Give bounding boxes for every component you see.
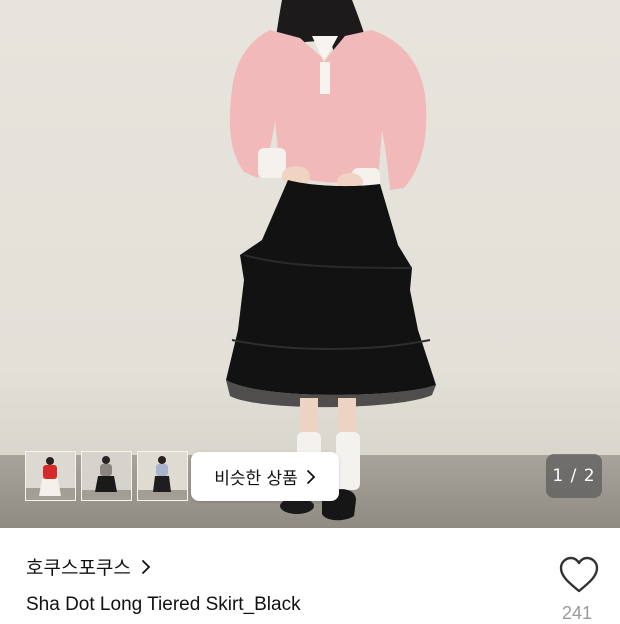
product-name: Sha Dot Long Tiered Skirt_Black: [26, 594, 301, 615]
thumbnail-2[interactable]: [81, 451, 132, 501]
like-count: 241: [562, 603, 593, 623]
chevron-right-icon: [306, 469, 316, 484]
image-counter: 1 / 2: [546, 454, 602, 498]
thumbnail-strip: [25, 451, 188, 501]
similar-products-label: 비슷한 상품: [214, 469, 298, 489]
product-image-carousel[interactable]: 비슷한 상품 1 / 2: [0, 0, 620, 528]
thumbnail-3[interactable]: [137, 451, 188, 501]
heart-icon[interactable]: [558, 556, 600, 594]
thumbnail-1[interactable]: [25, 451, 76, 501]
brand-link[interactable]: 호쿠스포쿠스: [26, 553, 151, 580]
chevron-right-icon: [141, 559, 151, 574]
brand-name: 호쿠스포쿠스: [26, 557, 131, 579]
product-photo: [226, 0, 436, 521]
similar-products-button[interactable]: 비슷한 상품: [191, 452, 339, 501]
